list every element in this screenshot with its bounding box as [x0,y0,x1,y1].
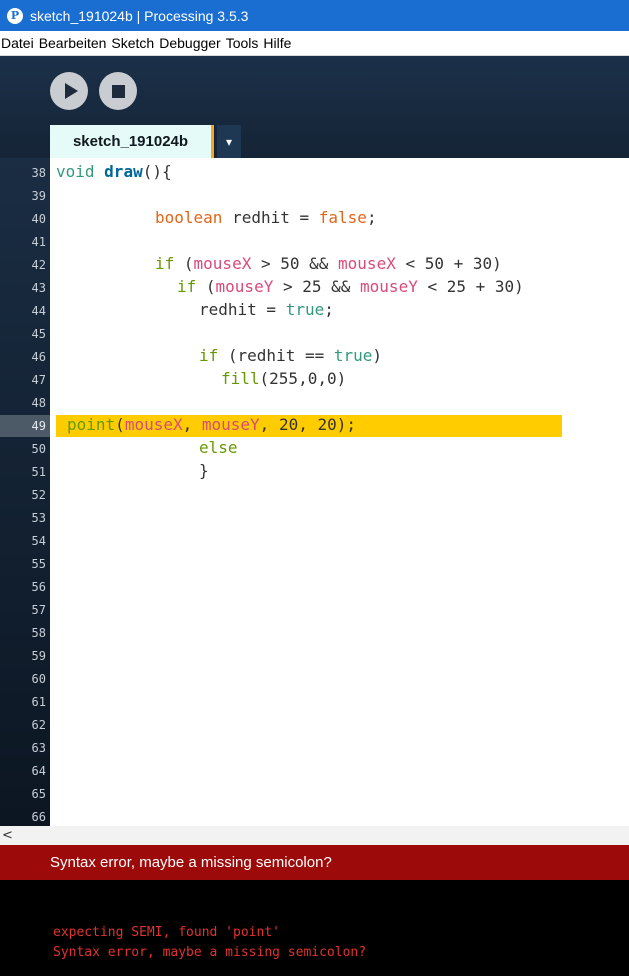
line-number: 47 [31,373,46,387]
line-number: 52 [31,488,46,502]
processing-app-icon: P [7,7,23,24]
line-number-current: 49 [0,415,50,437]
toolbar: sketch_191024b ▾ [0,56,629,158]
line-number: 42 [31,258,46,272]
line-number: 45 [31,327,46,341]
line-number: 58 [31,626,46,640]
console-panel[interactable]: expecting SEMI, found 'point' Syntax err… [0,880,629,976]
horizontal-scrollbar[interactable]: < [0,826,629,845]
line-number: 61 [31,695,46,709]
line-number: 66 [31,810,46,824]
line-number: 38 [31,166,46,180]
code-line-49[interactable]: point(mouseX, mouseY, 20, 20); [67,415,356,434]
menu-hilfe[interactable]: Hilfe [262,35,295,51]
line-number: 56 [31,580,46,594]
stop-button[interactable] [99,72,137,110]
code-editor[interactable]: void draw(){ boolean redhit = false; if … [50,158,629,826]
tab-menu-button[interactable]: ▾ [217,125,241,158]
code-line-51[interactable]: } [199,461,209,480]
run-button[interactable] [50,72,88,110]
line-number: 50 [31,442,46,456]
menu-bearbeiten[interactable]: Bearbeiten [38,35,111,51]
line-number: 53 [31,511,46,525]
line-number: 43 [31,281,46,295]
code-line-43[interactable]: if (mouseY > 25 && mouseY < 25 + 30) [177,277,524,296]
line-number: 57 [31,603,46,617]
line-number: 40 [31,212,46,226]
line-number-gutter: 38 39 40 41 42 43 44 45 46 47 48 49 50 5… [0,158,50,826]
code-line-40[interactable]: boolean redhit = false; [155,208,377,227]
code-line-50[interactable]: else [199,438,238,457]
code-line-46[interactable]: if (redhit == true) [199,346,382,365]
console-line: Syntax error, maybe a missing semicolon? [53,945,367,960]
menu-debugger[interactable]: Debugger [158,35,225,51]
line-number: 63 [31,741,46,755]
scroll-left-icon[interactable]: < [2,828,13,843]
line-number: 60 [31,672,46,686]
window-title: sketch_191024b | Processing 3.5.3 [30,7,249,24]
error-status-bar: Syntax error, maybe a missing semicolon? [0,845,629,880]
line-number: 55 [31,557,46,571]
console-line: expecting SEMI, found 'point' [53,925,280,940]
stop-icon [111,84,125,98]
title-bar: P sketch_191024b | Processing 3.5.3 [0,0,629,31]
code-line-47[interactable]: fill(255,0,0) [221,369,346,388]
play-icon [64,83,78,99]
line-number: 44 [31,304,46,318]
tab-sketch[interactable]: sketch_191024b [50,125,214,158]
menu-bar: Datei Bearbeiten Sketch Debugger Tools H… [0,31,629,56]
status-message: Syntax error, maybe a missing semicolon? [50,854,332,871]
line-number: 51 [31,465,46,479]
line-number: 54 [31,534,46,548]
menu-sketch[interactable]: Sketch [110,35,158,51]
line-number: 46 [31,350,46,364]
code-line-38[interactable]: void draw(){ [56,162,172,181]
code-line-44[interactable]: redhit = true; [199,300,334,319]
line-number: 64 [31,764,46,778]
line-number: 39 [31,189,46,203]
line-number: 59 [31,649,46,663]
code-line-42[interactable]: if (mouseX > 50 && mouseX < 50 + 30) [155,254,502,273]
line-number: 48 [31,396,46,410]
line-number: 41 [31,235,46,249]
menu-datei[interactable]: Datei [0,35,38,51]
line-number: 65 [31,787,46,801]
line-number: 62 [31,718,46,732]
menu-tools[interactable]: Tools [225,35,263,51]
